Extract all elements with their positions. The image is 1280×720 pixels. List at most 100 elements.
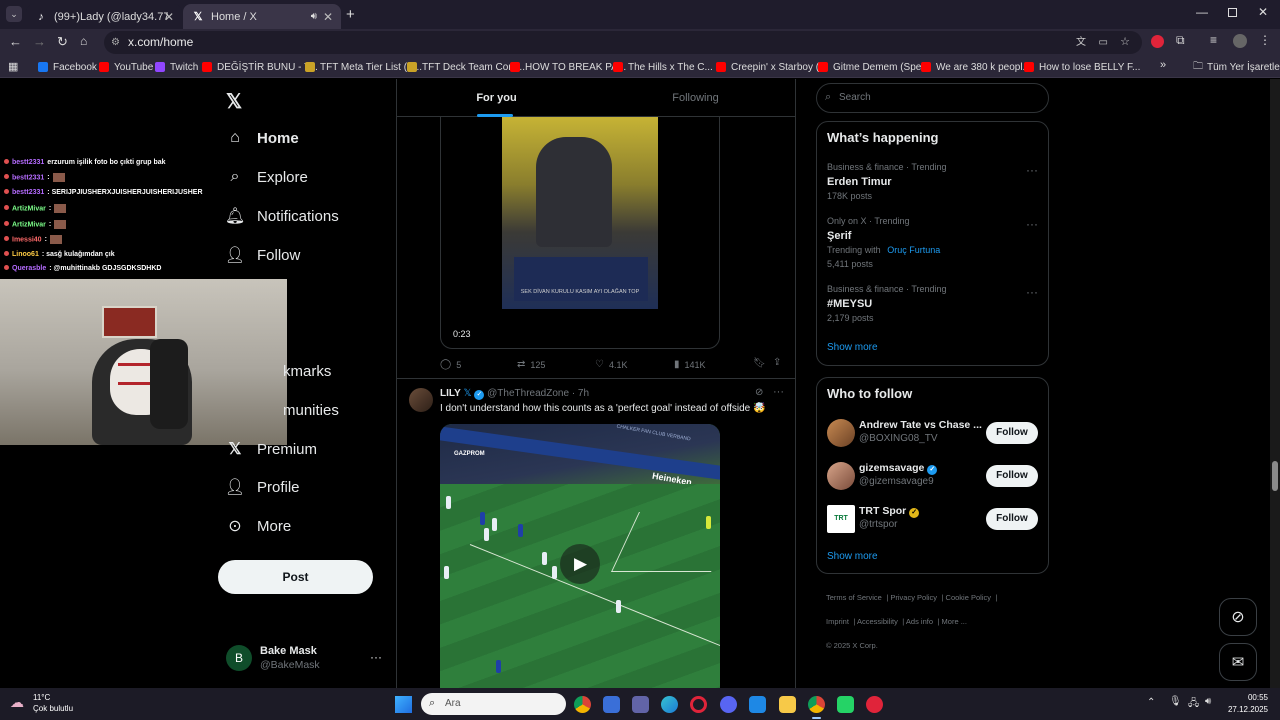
new-tab-button[interactable]: + — [346, 6, 355, 23]
search-box[interactable]: ⌕ Search — [816, 83, 1049, 113]
translate-icon[interactable]: 文 — [1076, 31, 1086, 54]
more-bookmarks-icon[interactable]: » — [1160, 59, 1166, 71]
youtube-taskbar-icon[interactable] — [866, 696, 883, 713]
bookmark-item[interactable]: How to lose BELLY F... — [1024, 59, 1140, 75]
teams-taskbar-icon[interactable] — [632, 696, 649, 713]
forward-icon[interactable]: → — [33, 34, 46, 49]
minimize-button[interactable]: — — [1196, 5, 1208, 19]
explorer-taskbar-icon[interactable] — [779, 696, 796, 713]
discord-taskbar-icon[interactable] — [720, 696, 737, 713]
weather-widget[interactable]: ☁ 11°C Çok bulutlu — [10, 692, 100, 716]
close-tab-icon[interactable]: ✕ — [323, 10, 333, 24]
trend-item[interactable]: Business & finance · Trending #MEYSU 2,1… — [817, 279, 1048, 329]
tweet-2-video[interactable]: GAZPROM Heineken CHALKER FAN CLUB VERBAN… — [440, 424, 720, 688]
chrome-taskbar-icon[interactable] — [574, 696, 591, 713]
nav-more[interactable]: ⊙ More — [226, 511, 291, 541]
home-browser-icon[interactable]: ⌂ — [80, 34, 87, 48]
store-taskbar-icon[interactable] — [603, 696, 620, 713]
close-window-button[interactable]: ✕ — [1258, 5, 1268, 19]
follow-suggestion[interactable]: TRT TRT Spor ✓ @trtspor Follow — [817, 502, 1048, 536]
account-switcher[interactable]: B Bake Mask @BakeMask ··· — [226, 642, 386, 678]
footer-privacy[interactable]: Privacy Policy — [890, 593, 937, 602]
cast-icon[interactable]: ▭ — [1099, 31, 1108, 54]
chrome-active-taskbar-icon[interactable] — [808, 696, 825, 713]
nav-notifications[interactable]: 🔔︎ Notifications — [225, 201, 339, 231]
footer-cookie[interactable]: Cookie Policy — [946, 593, 991, 602]
back-icon[interactable]: ← — [9, 34, 22, 49]
microphone-icon[interactable]: 🎙︎ — [1169, 696, 1182, 707]
trend-item[interactable]: Business & finance · Trending Erden Timu… — [817, 157, 1048, 207]
bookmark-icon[interactable]: 🔖︎ — [753, 358, 766, 369]
bookmark-item[interactable]: We are 380 k peopl... — [921, 59, 1031, 75]
tweet-2-avatar[interactable] — [409, 388, 433, 412]
bookmark-item[interactable]: HOW TO BREAK PA... — [510, 59, 626, 75]
scrollbar-thumb[interactable] — [1272, 461, 1278, 491]
opera-taskbar-icon[interactable] — [690, 696, 707, 713]
edge-taskbar-icon[interactable] — [661, 696, 678, 713]
share-icon[interactable]: ⇪ — [773, 357, 781, 368]
bookmark-item[interactable]: TFT Meta Tier List (B... — [305, 59, 422, 75]
whatsapp-taskbar-icon[interactable] — [837, 696, 854, 713]
show-more-link[interactable]: Show more — [827, 551, 878, 562]
browser-tab-x[interactable]: 𝕏 Home / X 🔊︎ ✕ — [183, 4, 341, 29]
nav-follow[interactable]: 👤︎ Follow — [225, 240, 301, 270]
bookmark-item[interactable]: Twitch — [155, 59, 198, 75]
close-tab-icon[interactable]: ✕ — [164, 10, 174, 24]
bookmark-item[interactable]: DEĞİŞTİR BUNU - Y... — [202, 59, 318, 75]
mail-taskbar-icon[interactable] — [749, 696, 766, 713]
follow-suggestion[interactable]: Andrew Tate vs Chase ... @BOXING08_TV Fo… — [817, 416, 1048, 450]
follow-suggestion[interactable]: gizemsavage ✓ @gizemsavage9 Follow — [817, 459, 1048, 493]
bookmark-item[interactable]: Gitme Demem (Spe... — [818, 59, 930, 75]
show-more-link[interactable]: Show more — [827, 342, 878, 353]
address-bar[interactable]: ⚙ x.com/home 文 ▭ ☆ — [104, 31, 1142, 54]
trend-more-icon[interactable]: ··· — [1026, 163, 1038, 177]
network-icon[interactable]: 🖧 — [1188, 696, 1199, 713]
trending-with-link[interactable]: Oruç Furtuna — [887, 245, 940, 255]
extensions-icon[interactable]: ⧉ — [1176, 33, 1185, 48]
taskbar-search[interactable]: ⌕ Ara — [421, 693, 566, 715]
footer-ads-info[interactable]: Ads info — [906, 617, 933, 626]
retweet-action[interactable]: ⇄ 125 — [517, 359, 545, 370]
extension-opera-icon[interactable] — [1151, 35, 1164, 48]
tab-following[interactable]: Following — [596, 79, 795, 117]
browser-menu-icon[interactable]: ⋮ — [1259, 33, 1271, 47]
x-logo[interactable]: 𝕏 — [226, 89, 242, 114]
views-action[interactable]: ▮ 141K — [674, 359, 706, 370]
grok-icon[interactable]: ⊘ — [755, 387, 763, 398]
clock-time[interactable]: 00:55 — [1232, 693, 1268, 702]
bookmark-item[interactable]: YouTube — [99, 59, 153, 75]
follow-button[interactable]: Follow — [986, 422, 1038, 444]
nav-home[interactable]: ⌂ Home — [226, 123, 299, 153]
footer-more[interactable]: More ... — [942, 617, 967, 626]
trend-more-icon[interactable]: ··· — [1026, 217, 1038, 231]
bookmark-item[interactable]: Creepin' x Starboy (... — [716, 59, 827, 75]
clock-date[interactable]: 27.12.2025 — [1220, 705, 1268, 714]
nav-profile[interactable]: 👤︎ Profile — [225, 472, 300, 502]
page-scrollbar[interactable] — [1270, 79, 1280, 688]
follow-button[interactable]: Follow — [986, 508, 1038, 530]
all-bookmarks-folder[interactable]: 🗀 Tüm Yer İşaretleri — [1193, 59, 1280, 75]
like-action[interactable]: ♡ 4.1K — [595, 359, 627, 370]
speaker-icon[interactable]: 🔊︎ — [311, 11, 317, 22]
trend-item[interactable]: Only on X · Trending Şerif Trending with… — [817, 211, 1048, 271]
bookmark-item[interactable]: The Hills x The C... — [613, 59, 713, 75]
tweet-author-name[interactable]: LILY — [440, 388, 461, 399]
profile-avatar-icon[interactable] — [1233, 34, 1247, 48]
post-button[interactable]: Post — [218, 560, 373, 594]
account-more-icon[interactable]: ··· — [370, 650, 382, 664]
nav-premium[interactable]: 𝕏 Premium — [226, 434, 317, 464]
footer-terms[interactable]: Terms of Service — [826, 593, 882, 602]
footer-imprint[interactable]: Imprint — [826, 617, 849, 626]
grok-floating-button[interactable]: ⊘ — [1219, 598, 1257, 636]
tab-search-button[interactable]: ⌄ — [6, 6, 22, 22]
play-button[interactable]: ▶ — [560, 544, 600, 584]
nav-explore[interactable]: ⌕ Explore — [226, 162, 308, 192]
restore-button[interactable] — [1228, 8, 1237, 17]
site-info-icon[interactable]: ⚙ — [111, 31, 120, 54]
tray-chevron-icon[interactable]: ⌃ — [1147, 697, 1155, 708]
nav-communities[interactable]: munities — [257, 395, 339, 425]
tab-for-you[interactable]: For you — [397, 79, 596, 117]
bookmark-item[interactable]: Facebook — [38, 59, 97, 75]
bookmark-star-icon[interactable]: ☆ — [1120, 31, 1130, 54]
volume-icon[interactable]: 🔊︎ — [1205, 696, 1211, 707]
